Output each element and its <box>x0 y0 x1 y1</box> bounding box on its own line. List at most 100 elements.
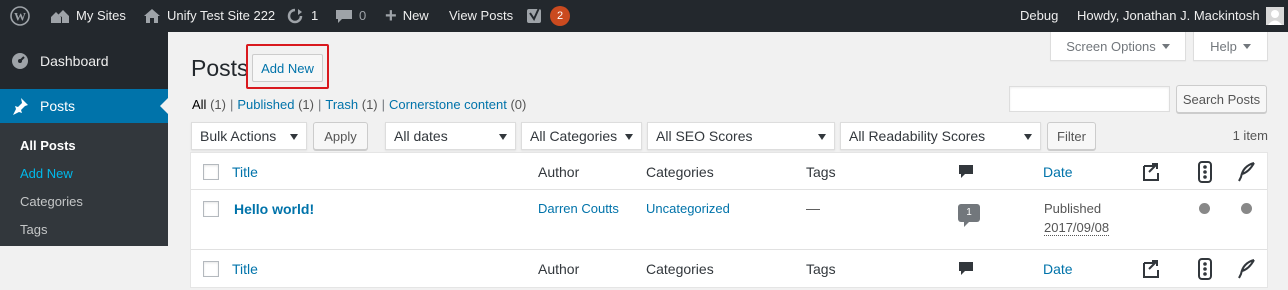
my-sites-menu[interactable]: My Sites <box>50 0 126 32</box>
post-author-link[interactable]: Darren Coutts <box>538 201 619 216</box>
sidebar-item-label: Dashboard <box>40 53 109 69</box>
yoast-icon <box>526 7 544 25</box>
items-count: 1 item <box>1232 128 1268 143</box>
comment-icon <box>335 8 353 24</box>
date-filter-select[interactable]: All dates <box>385 122 516 150</box>
readability-score-icon[interactable] <box>1197 161 1213 186</box>
chevron-down-icon <box>1242 43 1251 49</box>
column-tags-footer: Tags <box>806 261 836 277</box>
view-published-link[interactable]: Published <box>237 97 294 112</box>
comment-icon[interactable] <box>958 260 974 279</box>
select-all-checkbox[interactable] <box>203 261 219 277</box>
updates-menu[interactable]: 1 <box>285 0 318 32</box>
view-published-count: (1) <box>298 97 314 112</box>
chevron-down-icon <box>1161 43 1170 49</box>
pushpin-icon <box>10 96 30 116</box>
debug-menu[interactable]: Debug <box>1020 0 1058 32</box>
column-categories-footer: Categories <box>646 261 714 277</box>
submenu-all-posts[interactable]: All Posts <box>20 138 76 153</box>
help-label: Help <box>1210 38 1237 54</box>
comment-count-bubble[interactable]: 1 <box>958 204 980 227</box>
seo-score-icon[interactable] <box>1141 161 1163 186</box>
date-filter-value: All dates <box>394 128 448 144</box>
my-sites-icon <box>50 8 70 24</box>
chevron-down-icon <box>1024 134 1032 140</box>
readability-score-dot <box>1241 203 1252 214</box>
submenu-tags[interactable]: Tags <box>20 222 47 237</box>
comment-icon[interactable] <box>958 163 974 182</box>
post-date: 2017/09/08 <box>1044 220 1110 236</box>
comments-count: 0 <box>359 8 367 23</box>
posts-table: Title Author Categories Tags Date Hello … <box>190 152 1268 288</box>
view-posts-label: View Posts <box>449 8 514 23</box>
comments-menu[interactable]: 0 <box>335 0 366 32</box>
view-all-count: (1) <box>210 97 226 112</box>
column-date-footer[interactable]: Date <box>1043 261 1073 277</box>
column-date-header[interactable]: Date <box>1043 164 1073 180</box>
plus-icon: + <box>385 5 397 27</box>
sidebar-item-posts[interactable]: Posts <box>0 89 168 123</box>
submenu-add-new[interactable]: Add New <box>20 166 73 181</box>
seo-score-filter-select[interactable]: All SEO Scores <box>647 122 835 150</box>
view-posts-link[interactable]: View Posts <box>449 0 513 32</box>
feather-icon[interactable] <box>1237 259 1255 282</box>
category-filter-select[interactable]: All Categories <box>521 122 642 150</box>
site-name-label: Unify Test Site 222 <box>167 8 276 23</box>
new-content-menu[interactable]: + New <box>385 0 429 32</box>
apply-button[interactable]: Apply <box>313 122 368 150</box>
column-author-header: Author <box>538 164 580 180</box>
seo-score-filter-value: All SEO Scores <box>656 128 753 144</box>
chevron-down-icon <box>499 134 507 140</box>
updates-count: 1 <box>311 8 319 23</box>
view-trash-link[interactable]: Trash <box>325 97 358 112</box>
admin-bar: W My Sites Unify Test Site 222 1 0 + New… <box>0 0 1288 32</box>
account-menu[interactable]: Howdy, Jonathan J. Mackintosh <box>1077 0 1284 32</box>
screen-options-button[interactable]: Screen Options <box>1050 32 1186 61</box>
column-title-header[interactable]: Title <box>232 164 258 180</box>
dashboard-icon <box>10 51 30 71</box>
view-all-link[interactable]: All <box>192 97 206 112</box>
page-title: Posts <box>191 55 249 81</box>
search-input[interactable] <box>1009 86 1170 112</box>
search-posts-button[interactable]: Search Posts <box>1176 85 1267 113</box>
chevron-down-icon <box>290 134 298 140</box>
feather-icon[interactable] <box>1237 162 1255 185</box>
post-tags: — <box>806 200 820 216</box>
chevron-down-icon <box>818 134 826 140</box>
help-button[interactable]: Help <box>1193 32 1268 61</box>
filter-button[interactable]: Filter <box>1047 122 1096 150</box>
home-icon <box>143 8 161 24</box>
post-status: Published <box>1044 201 1102 216</box>
yoast-seo-menu[interactable]: 2 <box>526 0 570 32</box>
readability-filter-select[interactable]: All Readability Scores <box>840 122 1041 150</box>
post-status-views: All (1) | Published (1) | Trash (1) | Cornerst… <box>192 97 527 112</box>
add-new-button[interactable]: Add New <box>252 54 323 82</box>
row-checkbox[interactable] <box>203 201 219 217</box>
site-name-menu[interactable]: Unify Test Site 222 <box>143 0 275 32</box>
column-author-footer: Author <box>538 261 580 277</box>
sidebar-item-dashboard[interactable]: Dashboard <box>0 46 168 76</box>
svg-text:W: W <box>14 10 26 24</box>
category-filter-value: All Categories <box>530 128 618 144</box>
select-all-checkbox[interactable] <box>203 164 219 180</box>
bulk-actions-select[interactable]: Bulk Actions <box>191 122 307 150</box>
view-cornerstone-link[interactable]: Cornerstone content <box>389 97 507 112</box>
column-title-footer[interactable]: Title <box>232 261 258 277</box>
column-categories-header: Categories <box>646 164 714 180</box>
seo-score-dot <box>1199 203 1210 214</box>
divider <box>191 249 1267 250</box>
readability-filter-value: All Readability Scores <box>849 128 986 144</box>
sidebar-item-label: Posts <box>40 98 76 114</box>
post-title-link[interactable]: Hello world! <box>234 201 314 217</box>
screen-options-label: Screen Options <box>1066 38 1156 54</box>
posts-submenu: All Posts Add New Categories Tags <box>0 123 168 246</box>
submenu-categories[interactable]: Categories <box>20 194 83 209</box>
divider <box>191 189 1267 190</box>
readability-score-icon[interactable] <box>1197 258 1213 283</box>
bulk-actions-value: Bulk Actions <box>200 128 277 144</box>
howdy-label: Howdy, Jonathan J. Mackintosh <box>1077 8 1260 23</box>
wordpress-logo-icon[interactable]: W <box>10 0 30 32</box>
post-category-link[interactable]: Uncategorized <box>646 201 730 216</box>
seo-score-icon[interactable] <box>1141 258 1163 283</box>
updates-icon <box>285 8 305 24</box>
